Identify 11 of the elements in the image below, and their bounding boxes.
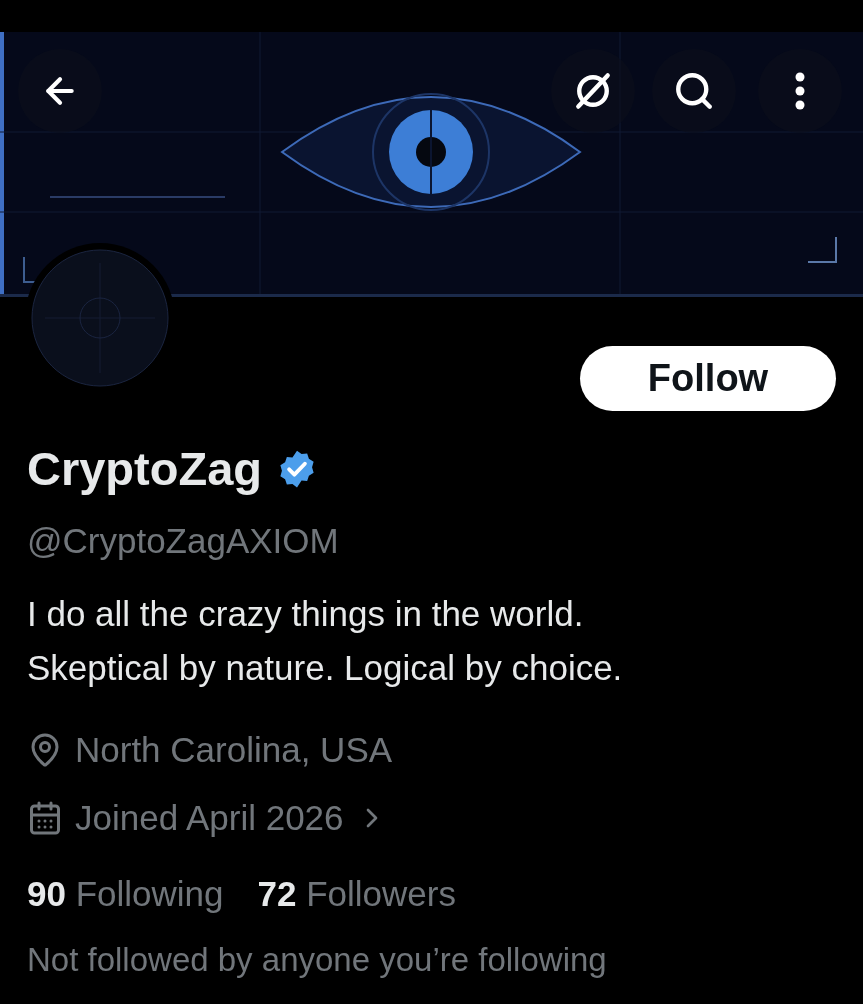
bio-text: Skeptical by nature. Logical by choice. <box>27 647 624 689</box>
joined-date: Joined April 2026 <box>75 797 344 839</box>
profile-handle: @CryptoZagAXIOM <box>27 520 340 562</box>
follow-button[interactable]: Follow <box>580 346 836 411</box>
location-text: North Carolina, USA <box>75 729 393 771</box>
calendar-icon <box>27 800 63 836</box>
following-link[interactable]: 90 Following <box>27 869 224 919</box>
profile-name: CryptoZag <box>27 441 262 497</box>
mutual-followers-note: Not followed by anyone you’re following <box>27 940 608 980</box>
followers-link[interactable]: 72 Followers <box>257 869 456 919</box>
bio-text: I do all the crazy things in the world. <box>27 593 585 635</box>
